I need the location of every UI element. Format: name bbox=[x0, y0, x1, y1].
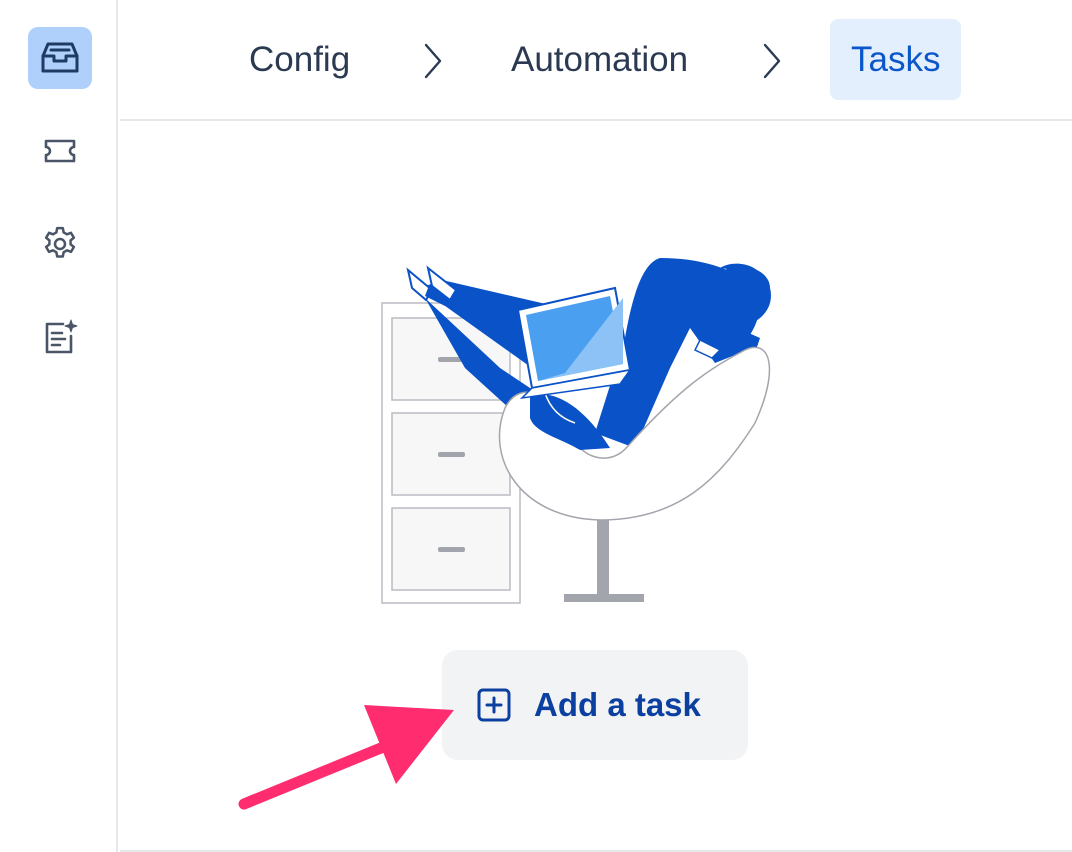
inbox-icon bbox=[41, 42, 79, 73]
add-task-label: Add a task bbox=[534, 686, 701, 723]
plus-square-icon bbox=[477, 688, 511, 722]
document-sparkle-icon bbox=[45, 319, 78, 354]
add-task-button[interactable]: Add a task bbox=[442, 650, 748, 760]
ticket-icon bbox=[44, 139, 76, 163]
pointer-arrow-icon bbox=[238, 705, 454, 810]
breadcrumb-item-config[interactable]: Config bbox=[249, 20, 350, 100]
breadcrumb-item-automation[interactable]: Automation bbox=[511, 20, 688, 100]
person-relaxing-in-chair-with-laptop-illustration bbox=[381, 258, 771, 604]
chevron-right-icon bbox=[763, 43, 781, 79]
sidebar-item-settings[interactable] bbox=[28, 213, 92, 275]
breadcrumb: Config Automation Tasks bbox=[120, 0, 1072, 121]
sidebar bbox=[0, 0, 118, 852]
sidebar-item-inbox[interactable] bbox=[28, 27, 92, 89]
chevron-right-icon bbox=[424, 43, 442, 79]
sidebar-item-notes[interactable] bbox=[28, 306, 92, 368]
gear-icon bbox=[44, 226, 76, 258]
breadcrumb-item-tasks[interactable]: Tasks bbox=[830, 19, 962, 100]
sidebar-item-tickets[interactable] bbox=[28, 120, 92, 182]
